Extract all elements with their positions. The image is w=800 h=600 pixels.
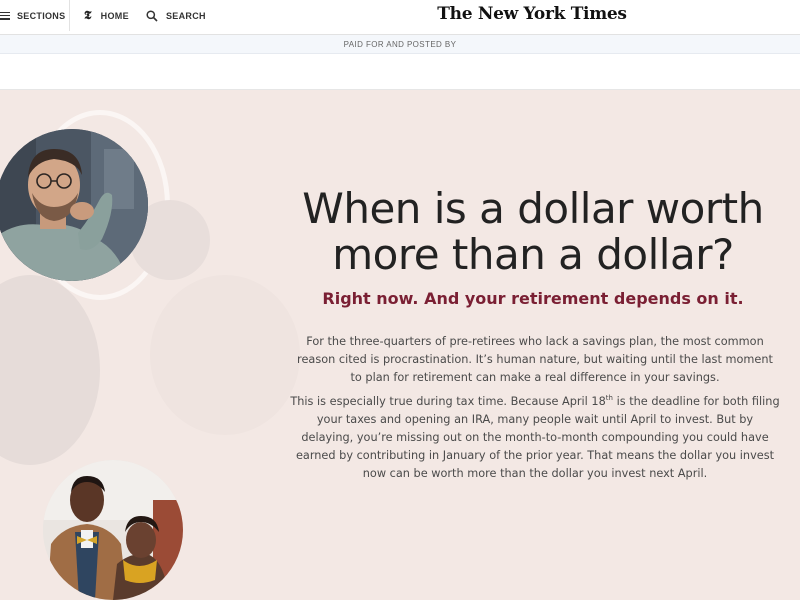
top-navigation-bar: SECTIONS 𝕿 HOME SEARCH The New York Time… [0,0,800,35]
paragraph-2: This is especially true during tax time.… [290,393,780,483]
hero-section: When is a dollar worth more than a dolla… [0,90,800,600]
ordinal-suffix: th [605,394,613,403]
headline: When is a dollar worth more than a dolla… [302,184,764,279]
paid-post-label: PAID FOR AND POSTED BY [0,35,800,54]
article-body: For the three-quarters of pre-retirees w… [290,333,780,489]
nyt-masthead-logo[interactable]: The New York Times [0,4,800,24]
subheadline: Right now. And your retirement depends o… [322,289,744,308]
couple-photo [43,460,183,600]
sponsor-band [0,54,800,90]
decorative-circle [0,275,100,465]
paragraph-1: For the three-quarters of pre-retirees w… [297,335,773,384]
paragraph-2-start: This is especially true during tax time.… [290,395,606,408]
man-thinking-photo [0,129,148,281]
